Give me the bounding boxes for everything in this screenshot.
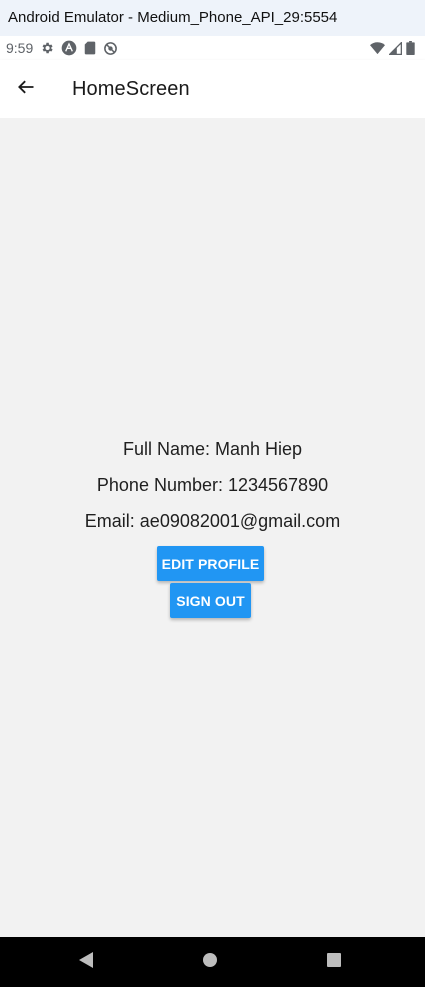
recents-square-icon	[326, 952, 342, 973]
arrow-back-icon	[16, 77, 36, 102]
edit-profile-button[interactable]: EDIT PROFILE	[157, 546, 264, 581]
full-name-text: Full Name: Manh Hiep	[122, 439, 303, 459]
home-circle-icon	[202, 952, 218, 973]
arch-icon	[61, 40, 77, 56]
wifi-icon	[370, 41, 385, 55]
email-text: Email: ae09082001@gmail.com	[84, 511, 341, 531]
nav-recents-button[interactable]	[304, 937, 364, 987]
back-triangle-icon	[78, 951, 94, 974]
status-bar: 9:59	[0, 36, 425, 60]
sync-off-icon	[103, 41, 118, 56]
emulator-window-title: Android Emulator - Medium_Phone_API_29:5…	[0, 0, 425, 36]
home-screen-content: Full Name: Manh Hiep Phone Number: 12345…	[0, 118, 425, 937]
signal-icon	[389, 41, 402, 55]
android-nav-bar	[0, 937, 425, 987]
status-time: 9:59	[6, 40, 34, 56]
battery-icon	[406, 41, 415, 55]
settings-icon	[40, 41, 54, 55]
back-button[interactable]	[1, 60, 51, 118]
app-bar: HomeScreen	[0, 60, 425, 118]
phone-number-text: Phone Number: 1234567890	[96, 475, 329, 495]
sd-card-icon	[84, 41, 96, 55]
page-title: HomeScreen	[72, 77, 190, 100]
nav-home-button[interactable]	[180, 937, 240, 987]
nav-back-button[interactable]	[56, 937, 116, 987]
sign-out-button[interactable]: SIGN OUT	[170, 583, 251, 618]
